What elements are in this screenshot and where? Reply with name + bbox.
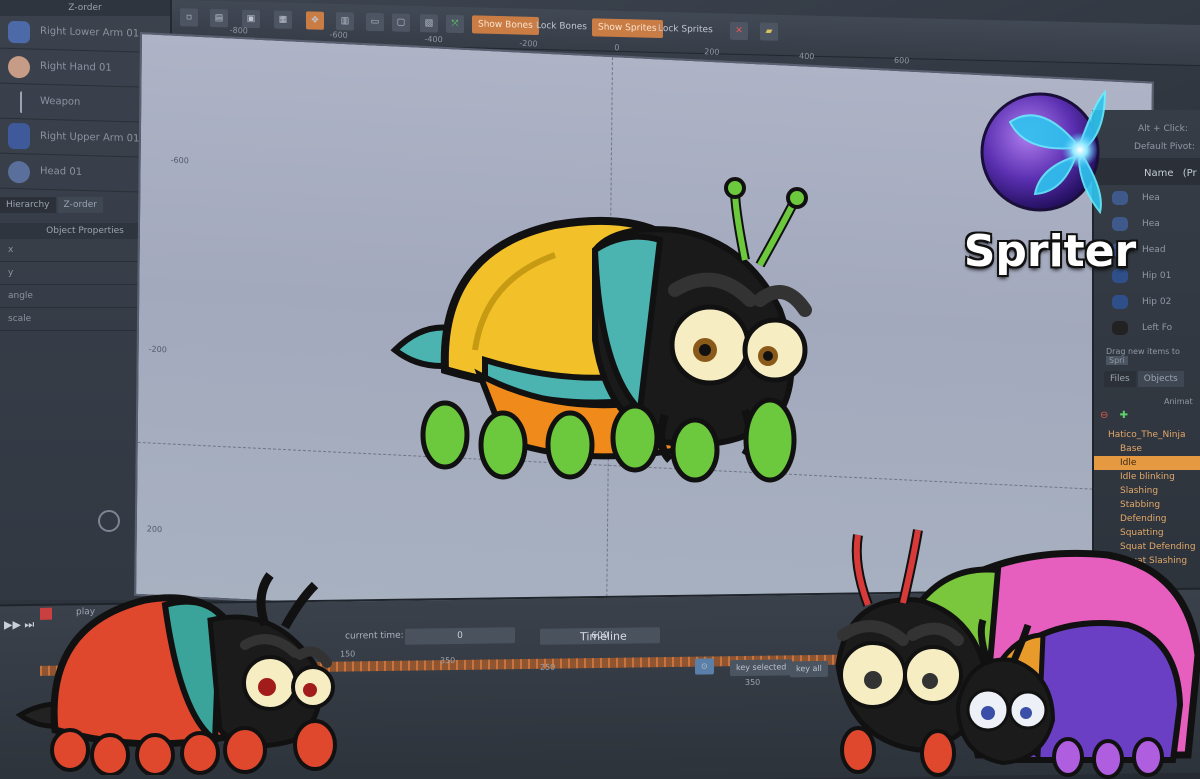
tab-files[interactable]: Files [1104, 371, 1136, 387]
timeline-mark: 350 [440, 656, 456, 666]
logo-text: Spriter [963, 226, 1137, 277]
ruler-tick: -200 [519, 38, 538, 49]
tab-objects[interactable]: Objects [1137, 371, 1184, 387]
zorder-item-label: Right Upper Arm 01 [40, 130, 140, 145]
show-bones-button[interactable]: Show Bones [472, 15, 539, 36]
animation-toolbar: ⊖ ✚ [1094, 410, 1200, 428]
timeline-mark: 250 [540, 662, 556, 672]
ruler-tick: 0 [614, 43, 620, 53]
object-label: Hip 02 [1142, 297, 1172, 307]
show-sprites-button[interactable]: Show Sprites [592, 18, 663, 39]
upper-arm-thumb-icon [8, 122, 30, 150]
drag-hint-text: Drag new items to [1106, 347, 1180, 356]
spriter-promo: ▫ ▤ ▣ ▦ ✥ ▥ ▭ ▢ ▧ ⤧ Show Bones Lock Bone… [0, 0, 1200, 779]
zorder-item-label: Right Hand 01 [40, 60, 112, 74]
arm-thumb-icon [8, 20, 30, 44]
name-header: Name [1144, 168, 1174, 179]
weapon-thumb-icon [20, 91, 24, 114]
zorder-item-label: Right Lower Arm 01 [40, 25, 140, 40]
canvas-v-label: -600 [170, 155, 189, 166]
pink-and-purple-beetle-characters [835, 529, 1200, 779]
fit-icon[interactable]: ⤧ [446, 14, 464, 34]
animations-title: Animat [1164, 397, 1193, 406]
yellow-beetle-character [390, 177, 812, 483]
fairy-orb-icon [980, 89, 1107, 215]
object-label: Left Fo [1142, 323, 1173, 333]
folder-icon[interactable]: ▰ [760, 22, 778, 41]
spriter-logo: Spriter [955, 82, 1145, 302]
object-row[interactable]: Left Fo [1094, 315, 1200, 341]
ruler-tick: -800 [229, 25, 249, 36]
camera-icon[interactable]: ▭ [366, 12, 384, 32]
ruler-tick: 600 [893, 55, 910, 66]
zorder-item-label: Head 01 [40, 165, 83, 178]
animation-item[interactable]: Slashing [1094, 484, 1200, 498]
timeline-title-text: Timeline [580, 629, 627, 644]
object-label: Head [1142, 245, 1166, 255]
ruler-tick: -400 [424, 34, 443, 45]
remove-icon[interactable]: ✕ [730, 21, 748, 41]
key-icon[interactable]: ⊙ [695, 658, 714, 675]
head-thumb-icon [8, 160, 30, 184]
canvas-v-label: 200 [146, 524, 163, 535]
key-all-button[interactable]: key all [790, 660, 828, 678]
frame-icon[interactable]: ▢ [392, 13, 410, 32]
right-panel-tabs: Files Objects [1094, 371, 1200, 387]
lock-sprites-button[interactable]: Lock Sprites [658, 20, 713, 39]
export-icon[interactable]: ▦ [274, 10, 292, 29]
red-beetle-character [15, 572, 337, 775]
tab-zorder[interactable]: Z-order [57, 197, 103, 213]
ruler-tick: -600 [329, 30, 348, 40]
current-time-label: current time: [345, 630, 404, 642]
timeline-mark: 350 [745, 677, 761, 687]
pan-icon[interactable]: ▧ [420, 14, 438, 33]
canvas-v-label: -200 [148, 344, 167, 355]
add-animation-icon[interactable]: ✚ [1120, 410, 1128, 421]
rotation-dial-icon[interactable] [98, 510, 120, 532]
object-label: Hip 01 [1142, 271, 1172, 281]
animation-item[interactable]: Base [1094, 442, 1200, 456]
hand-thumb-icon [8, 55, 30, 79]
animation-item[interactable]: Stabbing [1094, 498, 1200, 512]
drag-hint: Drag new items to Spri [1094, 341, 1200, 365]
zorder-item-label: Weapon [40, 95, 81, 108]
entity-item[interactable]: Hatico_The_Ninja [1094, 428, 1200, 442]
ruler-tick: 400 [798, 51, 815, 62]
tab-hierarchy[interactable]: Hierarchy [0, 197, 56, 213]
grid-icon[interactable]: ▥ [336, 12, 354, 31]
foot-thumb-icon [1112, 321, 1128, 335]
timeline-title: Timeline [580, 630, 627, 644]
current-time-field[interactable]: 0 [405, 627, 515, 645]
ruler-tick: 200 [704, 47, 720, 57]
animation-item[interactable]: Defending [1094, 512, 1200, 526]
lock-bones-button[interactable]: Lock Bones [536, 17, 587, 36]
delete-animation-icon[interactable]: ⊖ [1100, 410, 1108, 421]
name-header-extra: (Pr [1182, 168, 1197, 179]
animation-item[interactable]: Idle [1094, 456, 1200, 470]
key-selected-button[interactable]: key selected [730, 659, 793, 677]
animation-item[interactable]: Idle blinking [1094, 470, 1200, 484]
select-tool-icon[interactable]: ✥ [306, 11, 324, 30]
drag-target-button[interactable]: Spri [1106, 356, 1128, 365]
